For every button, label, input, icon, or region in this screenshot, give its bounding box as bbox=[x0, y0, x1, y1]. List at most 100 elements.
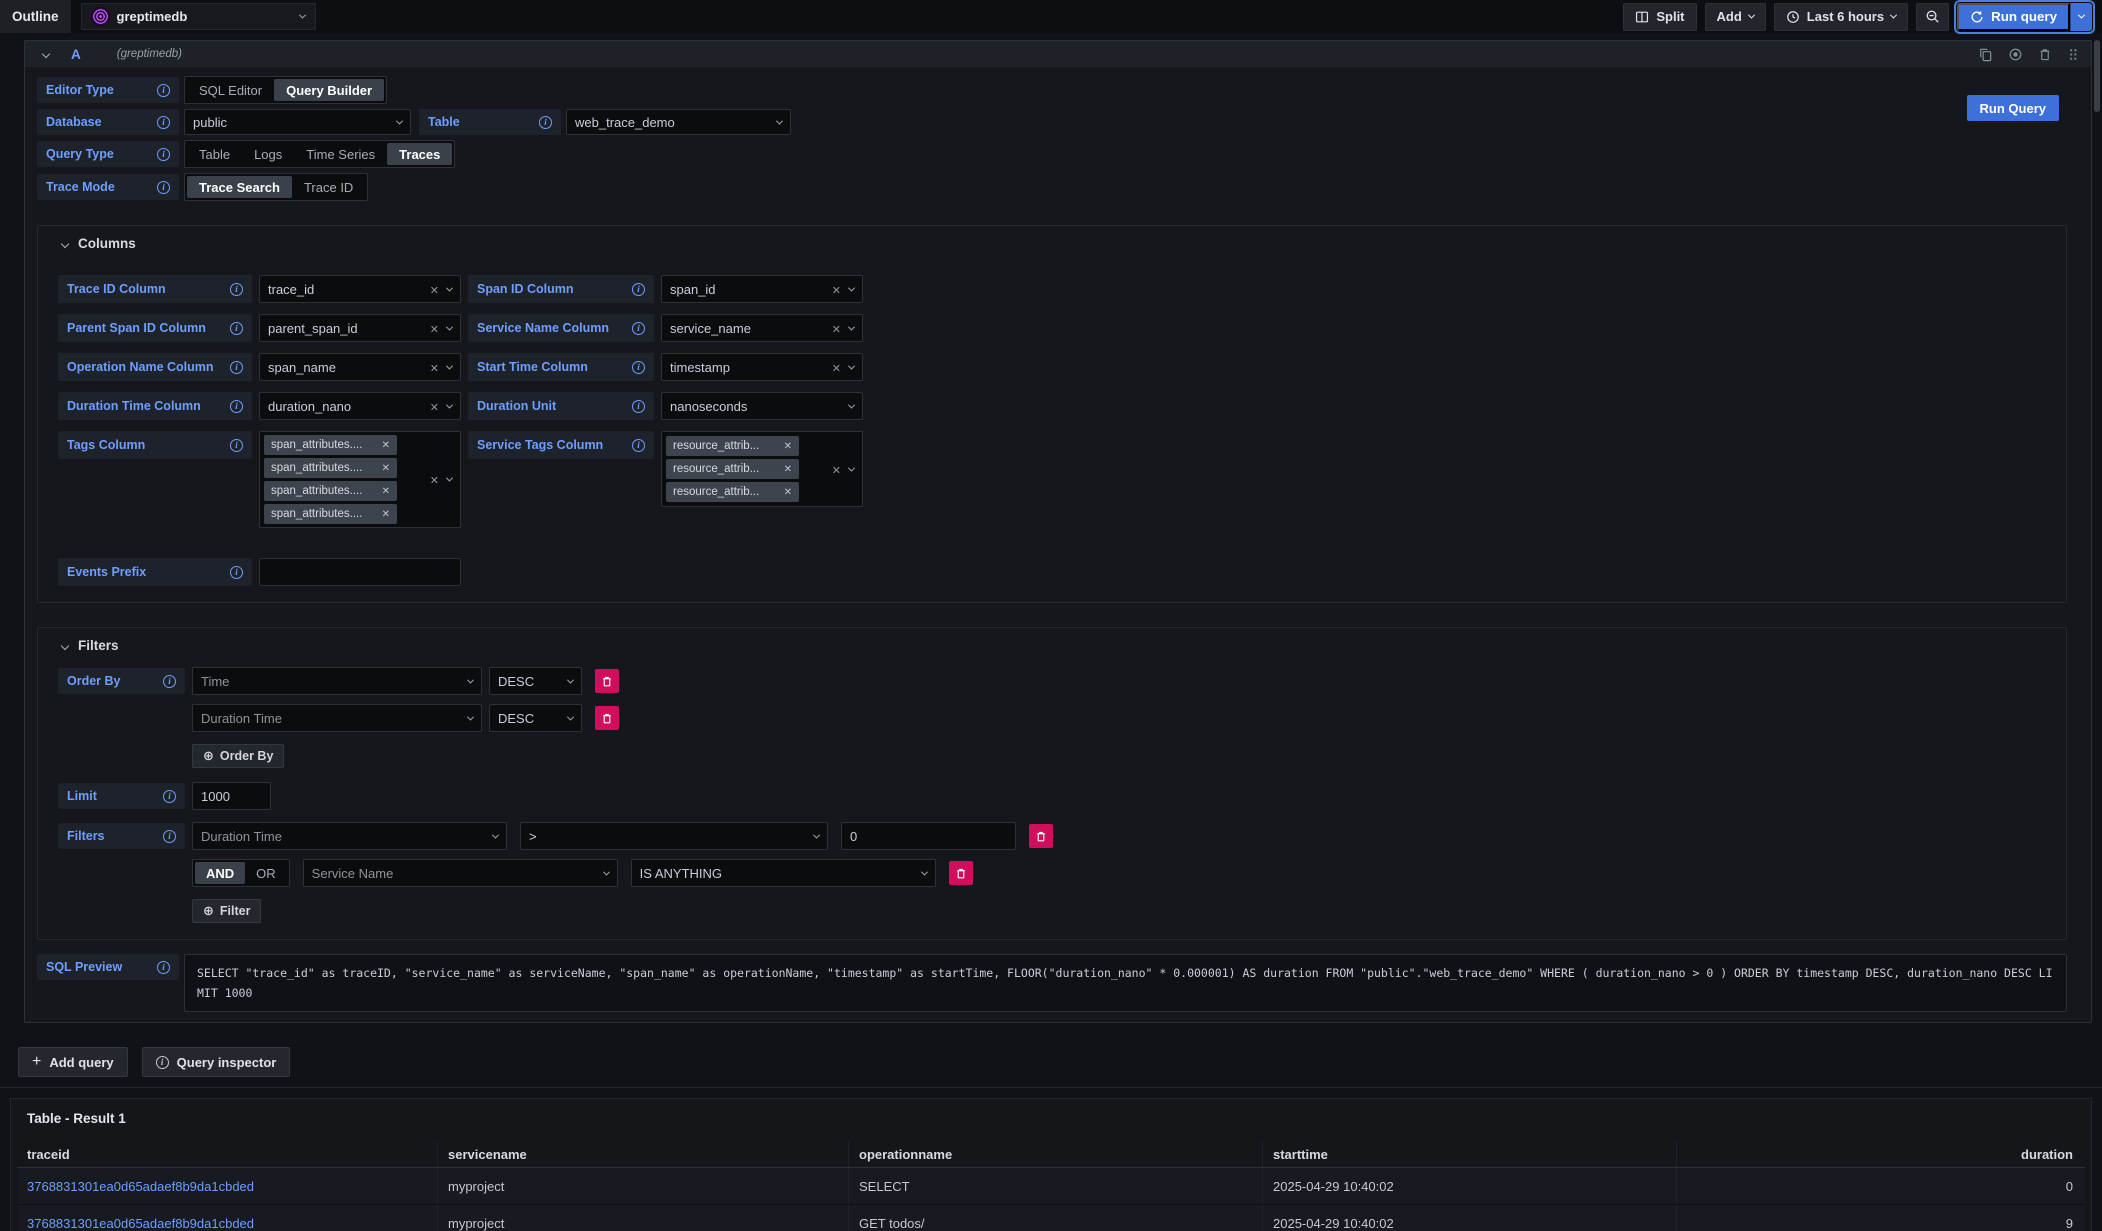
tag-chip[interactable]: span_attributes.... bbox=[264, 458, 397, 478]
remove-tag-icon[interactable] bbox=[382, 439, 390, 451]
tag-chip[interactable]: resource_attrib... bbox=[666, 482, 799, 502]
column-header-starttime[interactable]: starttime bbox=[1263, 1142, 1677, 1167]
filter-value-input[interactable]: 0 bbox=[841, 822, 1016, 850]
order-by-direction-select[interactable]: DESC bbox=[489, 667, 582, 695]
delete-filter-button[interactable] bbox=[1029, 824, 1053, 848]
events-prefix-input[interactable] bbox=[259, 558, 461, 586]
filter-field-select[interactable]: Duration Time bbox=[192, 822, 507, 850]
info-icon[interactable] bbox=[632, 439, 645, 452]
trace-id-link[interactable]: 3768831301ea0d65adaef8b9da1cbded bbox=[27, 1179, 254, 1194]
disable-query-icon[interactable] bbox=[2008, 47, 2023, 62]
add-button[interactable]: Add bbox=[1705, 3, 1766, 31]
info-icon[interactable] bbox=[163, 675, 176, 688]
collapse-section-icon[interactable] bbox=[61, 641, 69, 649]
drag-handle-icon[interactable] bbox=[2067, 47, 2079, 62]
clear-all-icon[interactable] bbox=[832, 462, 841, 477]
info-icon[interactable] bbox=[230, 361, 243, 374]
filters-section-header[interactable]: Filters bbox=[58, 638, 2052, 653]
query-row-header[interactable]: A (greptimedb) bbox=[25, 41, 2091, 67]
operation-name-column-select[interactable]: span_name bbox=[259, 353, 461, 381]
info-icon[interactable] bbox=[157, 961, 170, 974]
span-id-column-select[interactable]: span_id bbox=[661, 275, 863, 303]
tag-chip[interactable]: span_attributes.... bbox=[264, 435, 397, 455]
tags-column-multiselect[interactable]: span_attributes.... span_attributes.... … bbox=[259, 431, 461, 528]
collapse-section-icon[interactable] bbox=[61, 239, 69, 247]
remove-tag-icon[interactable] bbox=[784, 440, 792, 452]
time-range-picker[interactable]: Last 6 hours bbox=[1774, 3, 1908, 31]
filter-operator-select[interactable]: IS ANYTHING bbox=[631, 859, 936, 887]
database-select[interactable]: public bbox=[184, 109, 411, 135]
info-icon[interactable] bbox=[163, 790, 176, 803]
tab-query-builder[interactable]: Query Builder bbox=[274, 79, 384, 101]
duration-unit-select[interactable]: nanoseconds bbox=[661, 392, 863, 420]
service-tags-column-multiselect[interactable]: resource_attrib... resource_attrib... re… bbox=[661, 431, 863, 507]
clear-icon[interactable] bbox=[832, 321, 841, 336]
clear-icon[interactable] bbox=[430, 282, 439, 297]
info-icon[interactable] bbox=[230, 566, 243, 579]
remove-tag-icon[interactable] bbox=[382, 462, 390, 474]
clear-icon[interactable] bbox=[832, 282, 841, 297]
order-by-direction-select[interactable]: DESC bbox=[489, 704, 582, 732]
trace-id-column-select[interactable]: trace_id bbox=[259, 275, 461, 303]
info-icon[interactable] bbox=[632, 322, 645, 335]
duplicate-query-icon[interactable] bbox=[1978, 47, 1993, 62]
info-icon[interactable] bbox=[157, 148, 170, 161]
filter-field-select[interactable]: Service Name bbox=[303, 859, 618, 887]
column-header-operationname[interactable]: operationname bbox=[849, 1142, 1263, 1167]
tab-time-series[interactable]: Time Series bbox=[294, 143, 387, 165]
delete-filter-button[interactable] bbox=[949, 861, 973, 885]
clear-icon[interactable] bbox=[430, 321, 439, 336]
order-by-field-select[interactable]: Duration Time bbox=[192, 704, 482, 732]
clear-icon[interactable] bbox=[430, 360, 439, 375]
logic-or-option[interactable]: OR bbox=[245, 862, 287, 884]
collapse-query-icon[interactable] bbox=[42, 50, 50, 58]
info-icon[interactable] bbox=[157, 116, 170, 129]
panel-run-query-button[interactable]: Run Query bbox=[1967, 95, 2059, 121]
tag-chip[interactable]: span_attributes.... bbox=[264, 481, 397, 501]
table-select[interactable]: web_trace_demo bbox=[566, 109, 791, 135]
columns-section-header[interactable]: Columns bbox=[58, 236, 2052, 251]
run-query-button[interactable]: Run query bbox=[1957, 3, 2070, 31]
column-header-servicename[interactable]: servicename bbox=[438, 1142, 849, 1167]
duration-time-column-select[interactable]: duration_nano bbox=[259, 392, 461, 420]
info-icon[interactable] bbox=[539, 116, 552, 129]
clear-icon[interactable] bbox=[430, 399, 439, 414]
tab-trace-id[interactable]: Trace ID bbox=[292, 176, 365, 198]
run-query-options-button[interactable] bbox=[2070, 3, 2092, 31]
clear-icon[interactable] bbox=[832, 360, 841, 375]
info-icon[interactable] bbox=[163, 830, 176, 843]
info-icon[interactable] bbox=[632, 361, 645, 374]
tab-logs[interactable]: Logs bbox=[242, 143, 294, 165]
remove-tag-icon[interactable] bbox=[382, 485, 390, 497]
filter-operator-select[interactable]: > bbox=[520, 822, 828, 850]
info-icon[interactable] bbox=[230, 400, 243, 413]
column-header-traceid[interactable]: traceid bbox=[17, 1142, 438, 1167]
tab-traces[interactable]: Traces bbox=[387, 143, 452, 165]
tag-chip[interactable]: resource_attrib... bbox=[666, 436, 799, 456]
logic-and-option[interactable]: AND bbox=[195, 862, 245, 884]
limit-input[interactable]: 1000 bbox=[192, 782, 271, 810]
column-header-duration[interactable]: duration bbox=[1677, 1142, 2085, 1167]
scrollbar-thumb[interactable] bbox=[2094, 40, 2100, 112]
order-by-field-select[interactable]: Time bbox=[192, 667, 482, 695]
start-time-column-select[interactable]: timestamp bbox=[661, 353, 863, 381]
info-icon[interactable] bbox=[157, 181, 170, 194]
info-icon[interactable] bbox=[230, 322, 243, 335]
tag-chip[interactable]: span_attributes.... bbox=[264, 504, 397, 524]
clear-all-icon[interactable] bbox=[430, 472, 439, 487]
add-order-by-button[interactable]: Order By bbox=[192, 744, 284, 768]
remove-query-icon[interactable] bbox=[2038, 47, 2052, 62]
outline-toggle[interactable]: Outline bbox=[0, 0, 71, 33]
zoom-out-time-button[interactable] bbox=[1916, 3, 1949, 31]
delete-order-by-button[interactable] bbox=[595, 706, 619, 730]
info-icon[interactable] bbox=[230, 439, 243, 452]
service-name-column-select[interactable]: service_name bbox=[661, 314, 863, 342]
remove-tag-icon[interactable] bbox=[382, 508, 390, 520]
delete-order-by-button[interactable] bbox=[595, 669, 619, 693]
tab-table[interactable]: Table bbox=[187, 143, 242, 165]
info-icon[interactable] bbox=[157, 84, 170, 97]
info-icon[interactable] bbox=[230, 283, 243, 296]
add-filter-button[interactable]: Filter bbox=[192, 899, 261, 923]
add-query-button[interactable]: Add query bbox=[18, 1047, 128, 1077]
query-inspector-button[interactable]: Query inspector bbox=[142, 1047, 291, 1077]
